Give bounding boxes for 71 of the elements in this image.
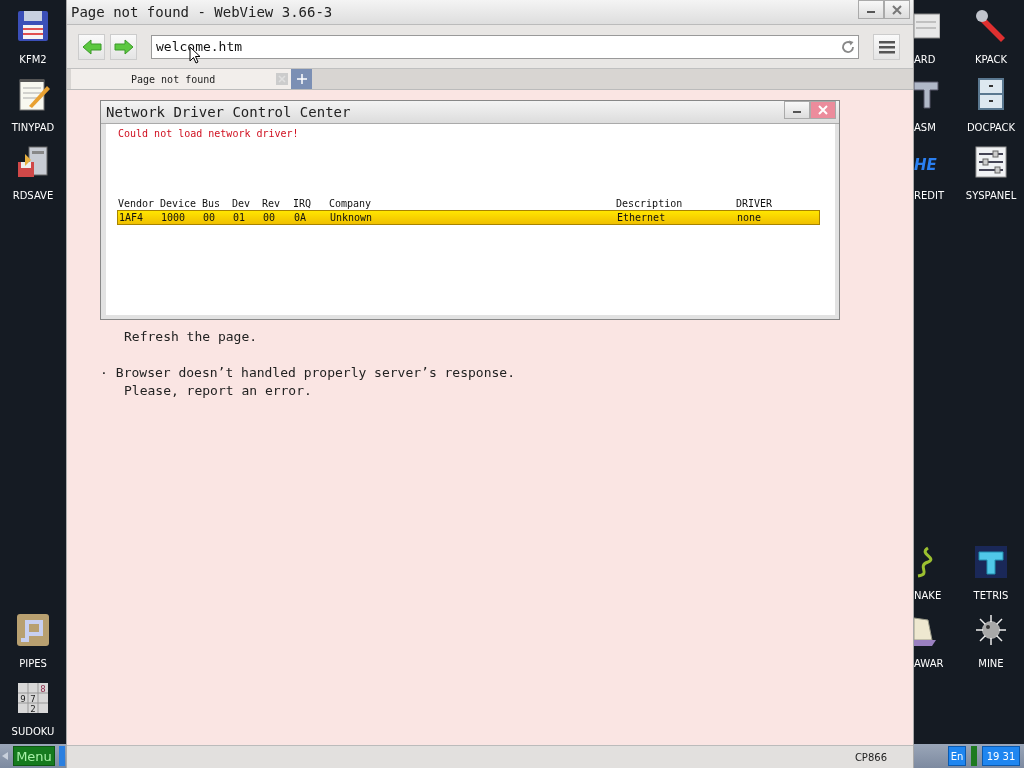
icon-label: RDSAVE — [12, 190, 54, 202]
menu-button[interactable] — [873, 33, 900, 60]
error-message: Could not load network driver! — [118, 128, 300, 140]
table-cell-text: 00 — [263, 212, 277, 223]
arrow-left-icon — [81, 38, 102, 55]
table-cell-text: 0A — [294, 212, 308, 223]
column-header: Bus — [202, 198, 222, 210]
arrow-right-icon — [113, 38, 134, 55]
table-cell-text: 01 — [233, 212, 247, 223]
logo-icon[interactable]: HE — [914, 144, 940, 180]
table-cell-text: Unknown — [330, 212, 374, 223]
menu-button[interactable]: Menu — [13, 746, 55, 766]
device-row[interactable]: 1AF4 1000 00 01 00 0A Unknown Ethernet none — [117, 210, 820, 225]
icon-label: MINE — [978, 658, 1004, 670]
indicator-bar — [971, 746, 977, 766]
close-button[interactable] — [884, 0, 910, 19]
language-button[interactable]: En — [948, 746, 966, 766]
column-header: Dev — [232, 198, 252, 210]
icon-label: TINYPAD — [11, 122, 55, 134]
icon-label: PIPES — [19, 658, 47, 670]
minimize-icon — [793, 111, 801, 113]
minimize-button[interactable] — [784, 101, 810, 119]
column-header: IRQ — [293, 198, 313, 210]
close-icon — [892, 4, 902, 15]
clock[interactable]: 19 31 — [982, 746, 1020, 766]
new-tab-button[interactable] — [291, 69, 312, 89]
close-icon — [818, 105, 828, 115]
column-header: Device — [160, 198, 198, 210]
column-header: Vendor — [118, 198, 156, 210]
page-text: Browser doesn’t handled properly server’s response. — [115, 365, 515, 380]
column-header: Description — [616, 198, 684, 210]
icon-label: SUDOKU — [11, 726, 55, 738]
bullet: · — [100, 365, 108, 380]
back-button[interactable] — [78, 33, 105, 60]
table-cell-text: 00 — [203, 212, 217, 223]
icon-label: NAKE — [914, 590, 942, 602]
column-header: Rev — [262, 198, 282, 210]
page-text: Refresh the page. — [124, 329, 258, 344]
table-cell-text: none — [737, 212, 763, 223]
icon-label: SYSPANEL — [965, 190, 1017, 202]
window-title: Network Driver Control Center — [105, 104, 351, 120]
icon-label: AWAR — [914, 658, 944, 670]
minimize-button[interactable] — [858, 0, 884, 19]
column-header: DRIVER — [736, 198, 774, 210]
encoding-label: CP866 — [854, 751, 887, 763]
icon-label: REDIT — [914, 190, 945, 202]
mine-icon[interactable] — [973, 612, 1009, 648]
sudoku-grid-icon[interactable]: 8 9 7 2 — [15, 680, 51, 716]
browser-tab[interactable]: Page not found — [71, 69, 291, 89]
icon-label: KFM2 — [19, 54, 47, 66]
table-cell-text: 1AF4 — [119, 212, 145, 223]
table-cell-text: 1000 — [161, 212, 187, 223]
icon-label: DOCPACK — [966, 122, 1016, 134]
sliders-icon[interactable] — [973, 144, 1009, 180]
pipe-icon[interactable] — [15, 612, 51, 648]
column-header: Company — [329, 198, 373, 210]
menu-icon — [878, 39, 895, 54]
icon-label: ASM — [914, 122, 936, 134]
plus-icon — [296, 74, 307, 84]
icon-label: ARD — [914, 54, 936, 66]
table-cell-text: Ethernet — [617, 212, 667, 223]
icon-label: TETRIS — [973, 590, 1009, 602]
icon-label: KPACK — [974, 54, 1008, 66]
window-title: Page not found - WebView 3.66-3 — [70, 4, 333, 20]
minimize-icon — [867, 11, 875, 13]
tetris-block-icon[interactable] — [973, 544, 1009, 580]
refresh-icon[interactable] — [841, 39, 855, 54]
forward-button[interactable] — [110, 33, 137, 60]
computer-save-icon[interactable] — [15, 144, 51, 180]
address-field[interactable]: welcome.htm — [151, 34, 859, 59]
page-text: Please, report an error. — [124, 383, 312, 398]
